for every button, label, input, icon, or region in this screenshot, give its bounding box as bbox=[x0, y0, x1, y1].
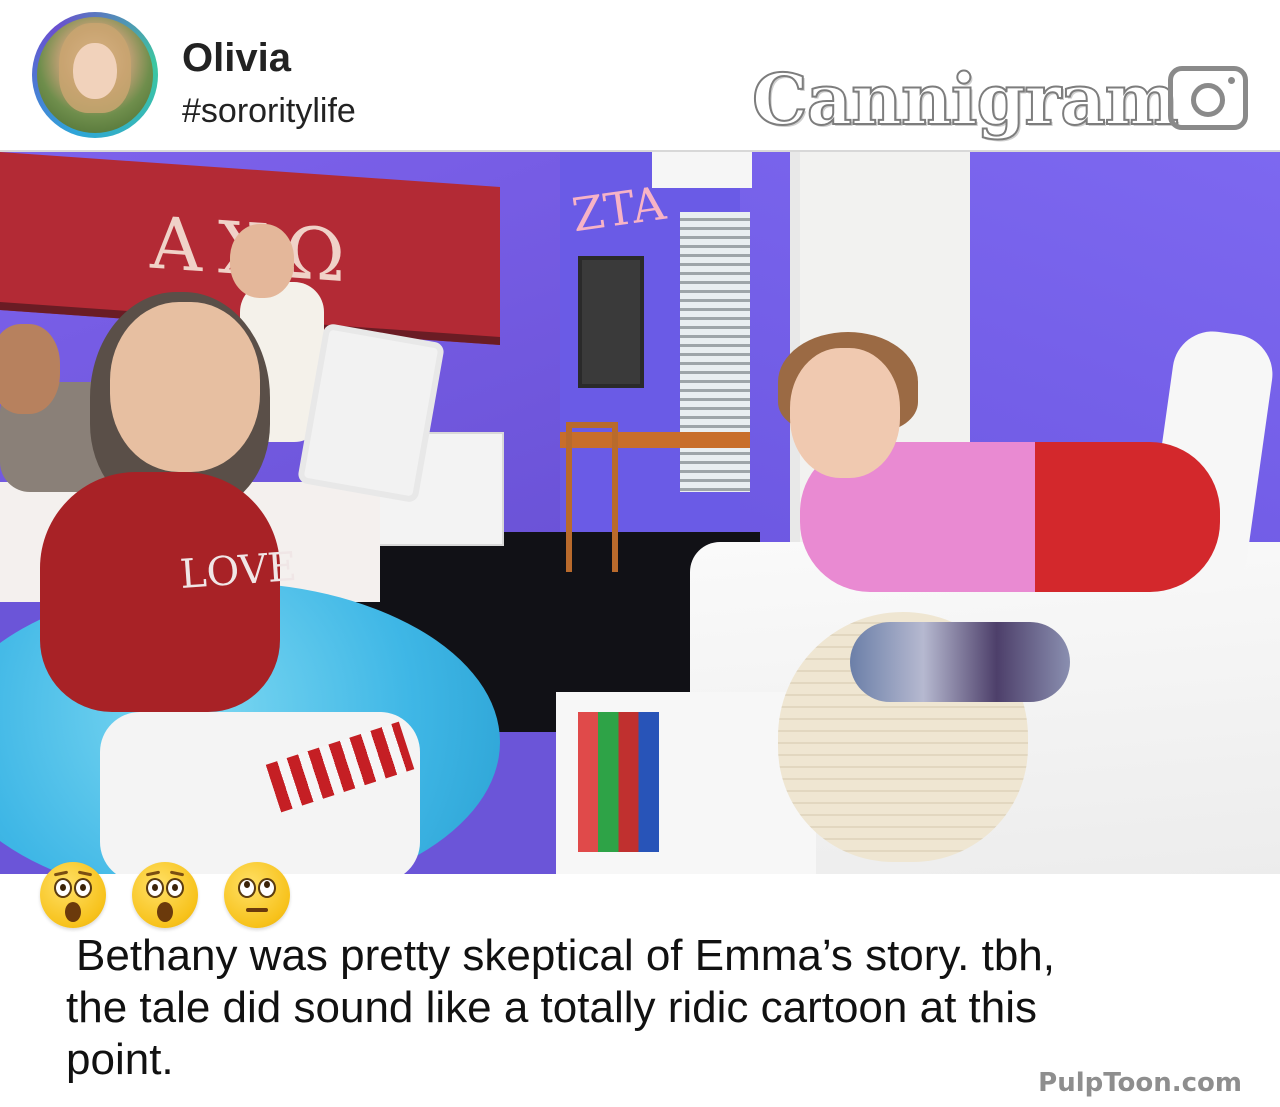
book-binders bbox=[578, 712, 670, 852]
caption-line: Bethany was pretty skeptical of Emma’s s… bbox=[76, 931, 1055, 980]
avatar-face-shape bbox=[73, 43, 117, 99]
post-photo[interactable]: AXΩ ZTA LOVE bbox=[0, 152, 1280, 874]
emoji-eye bbox=[238, 878, 256, 898]
emoji-brow bbox=[169, 870, 185, 877]
emoji-mouth bbox=[246, 908, 268, 912]
emoji-brow bbox=[145, 870, 161, 877]
emoji-eye bbox=[166, 878, 184, 898]
camera-icon[interactable] bbox=[1168, 66, 1248, 130]
camera-flash-dot bbox=[1228, 77, 1235, 84]
boy-figure-head bbox=[0, 324, 60, 414]
post-header: Olivia #sororitylife Cannigram bbox=[0, 0, 1280, 150]
wall-poster bbox=[652, 152, 752, 188]
shirt-text: LOVE bbox=[178, 543, 299, 599]
desk-chair bbox=[566, 422, 618, 572]
window-blinds bbox=[680, 212, 750, 492]
emoji-brow bbox=[53, 870, 69, 877]
emoji-eye bbox=[258, 878, 276, 898]
avatar-image bbox=[37, 17, 153, 133]
wall-shelf bbox=[578, 256, 644, 388]
post-caption: Bethany was pretty skeptical of Emma’s s… bbox=[66, 930, 1196, 1086]
caption-line: point. bbox=[66, 1035, 174, 1084]
watermark: PulpToon.com bbox=[1038, 1068, 1242, 1098]
emoji-mouth bbox=[65, 902, 81, 922]
reaction-bar bbox=[40, 862, 290, 932]
face-with-rolling-eyes-emoji[interactable] bbox=[224, 862, 290, 928]
lying-girl-head bbox=[790, 348, 900, 478]
seated-girl-head bbox=[110, 302, 260, 472]
emoji-eye bbox=[54, 878, 72, 898]
emoji-eye bbox=[146, 878, 164, 898]
laundry-clothes bbox=[850, 622, 1070, 702]
emoji-eye bbox=[74, 878, 92, 898]
astonished-face-emoji[interactable] bbox=[40, 862, 106, 928]
camera-lens bbox=[1191, 83, 1225, 117]
brand-logo: Cannigram bbox=[751, 57, 1180, 142]
hashtag-link[interactable]: #sororitylife bbox=[182, 92, 356, 131]
caption-line: the tale did sound like a totally ridic … bbox=[66, 983, 1037, 1032]
username[interactable]: Olivia bbox=[182, 36, 291, 81]
emoji-mouth bbox=[157, 902, 173, 922]
emoji-brow bbox=[77, 870, 93, 877]
profile-avatar[interactable] bbox=[32, 12, 158, 138]
astonished-face-emoji[interactable] bbox=[132, 862, 198, 928]
background-girl-head bbox=[230, 224, 294, 298]
